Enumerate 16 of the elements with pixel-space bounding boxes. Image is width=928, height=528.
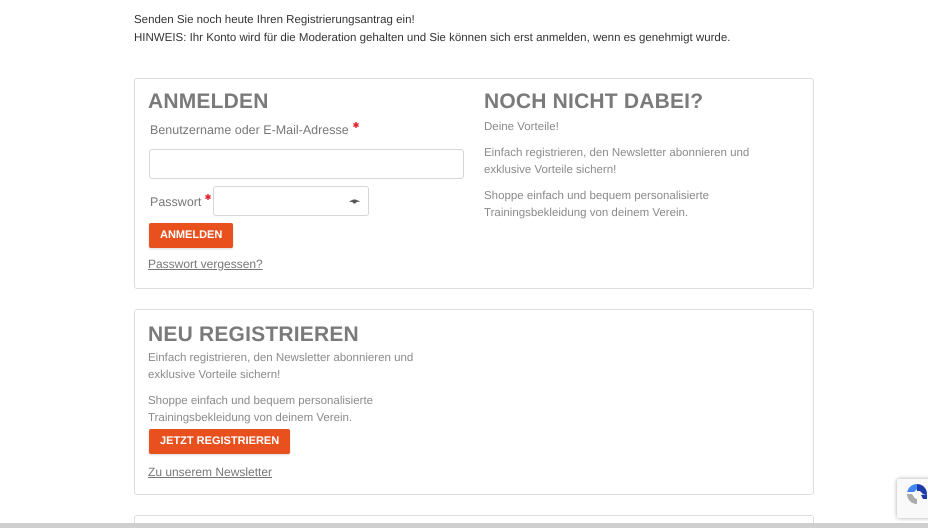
- register-button[interactable]: JETZT REGISTRIEREN: [149, 429, 290, 454]
- notice-text: Senden Sie noch heute Ihren Registrierungsantrag ein!: [134, 13, 416, 28]
- section-heading: NOCH NICHT DABEI?: [484, 89, 704, 115]
- benefit-text: Shoppe einfach und bequem personalisierte Trainingsbekleidung von deinem Verein.: [484, 189, 710, 221]
- section-heading: ANMELDEN: [148, 89, 270, 115]
- field-label: Benutzername oder E-Mail-Adresse: [150, 122, 484, 137]
- benefit-text: Einfach registrieren, den Newsletter abonnieren und exklusive Vorteile sichern!: [484, 146, 750, 178]
- notice-text: HINWEIS: Ihr Konto wird für die Moderation gehalten und Sie können sich erst anmelden, wenn es genehmigt wurde.: [134, 31, 732, 46]
- field-label: Passwort: [150, 194, 212, 208]
- benefit-text: Deine Vorteile!: [484, 120, 560, 135]
- info-text: Einfach registrieren, den Newsletter abonnieren und exklusive Vorteile sichern!: [148, 351, 414, 383]
- info-text: Shoppe einfach und bequem personalisierte Trainingsbekleidung von deinem Verein.: [148, 394, 374, 426]
- forgot-password-link[interactable]: Passwort vergessen?: [148, 257, 263, 271]
- section-heading: NEU REGISTRIEREN: [148, 322, 360, 348]
- newsletter-link[interactable]: Zu unserem Newsletter: [148, 465, 272, 479]
- login-button[interactable]: ANMELDEN: [149, 223, 234, 248]
